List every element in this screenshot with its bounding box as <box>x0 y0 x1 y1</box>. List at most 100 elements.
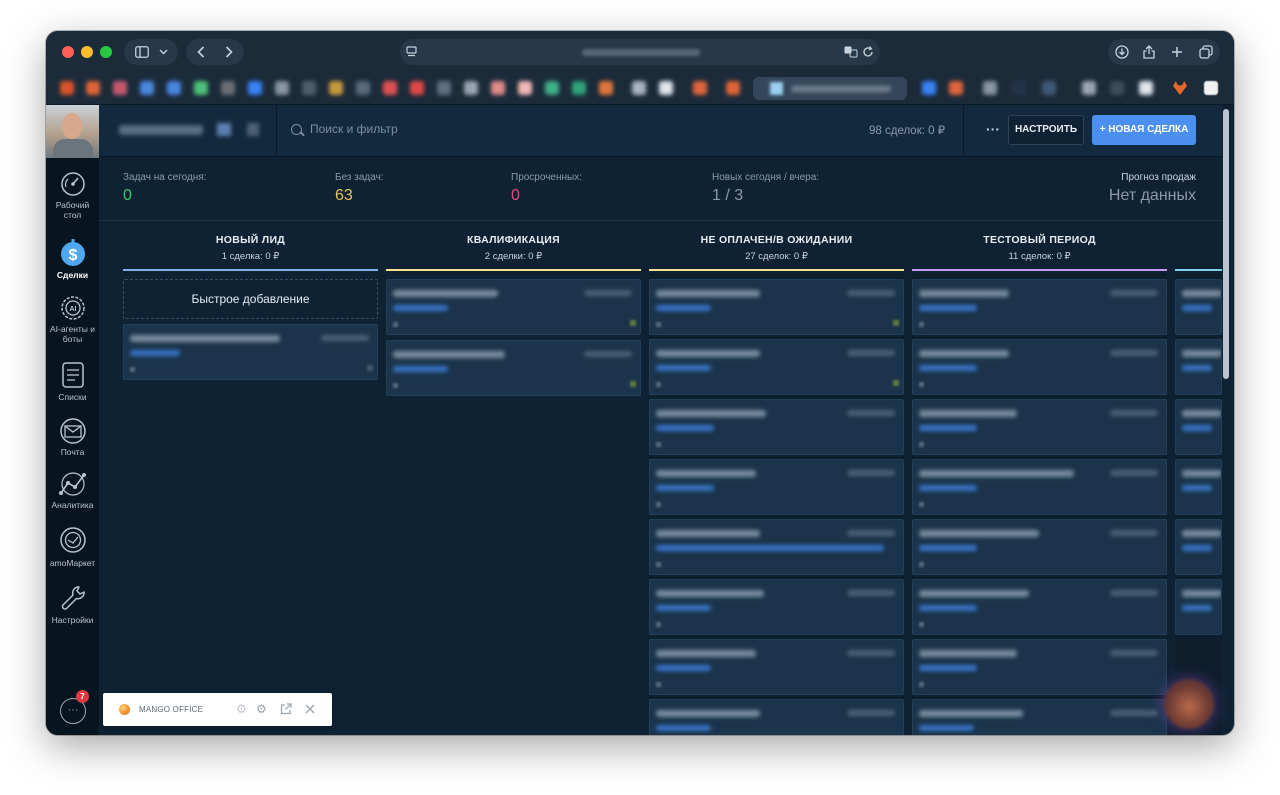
deal-card[interactable] <box>649 699 904 735</box>
pipeline-switch-icon[interactable] <box>217 123 231 136</box>
deal-card[interactable] <box>1175 459 1222 515</box>
deal-card[interactable] <box>649 519 904 575</box>
column-title[interactable]: КВАЛИФИКАЦИЯ <box>386 234 641 246</box>
column-title[interactable]: ТЕСТОВЫЙ ПЕРИОД <box>912 234 1167 246</box>
deal-card[interactable] <box>649 579 904 635</box>
deal-card[interactable] <box>649 639 904 695</box>
favorite-icon[interactable] <box>86 81 100 95</box>
favorite-icon[interactable] <box>194 81 208 95</box>
back-icon[interactable] <box>197 46 205 58</box>
favorite-icon[interactable] <box>60 81 74 95</box>
favorite-icon[interactable] <box>726 81 740 95</box>
favorite-icon[interactable] <box>1082 81 1096 95</box>
download-icon[interactable] <box>1115 45 1129 59</box>
deal-card[interactable] <box>1175 399 1222 455</box>
address-bar[interactable] <box>400 39 880 65</box>
reload-icon[interactable] <box>862 46 874 58</box>
favorite-icon[interactable] <box>572 81 586 95</box>
sidebar-item-dashboard[interactable]: Рабочий стол <box>46 171 99 220</box>
stat-no-tasks[interactable]: Без задач: 63 <box>335 172 384 205</box>
sidebar-item-mail[interactable]: Почта <box>46 418 99 457</box>
favorite-icon[interactable] <box>949 81 963 95</box>
sidebar-item-amomarket[interactable]: amoМаркет <box>46 525 99 568</box>
share-icon[interactable] <box>1143 45 1155 59</box>
favorite-icon[interactable] <box>356 81 370 95</box>
favorite-icon[interactable] <box>248 81 262 95</box>
favorite-icon[interactable] <box>632 81 646 95</box>
assistant-avatar-button[interactable] <box>1164 679 1214 729</box>
more-button[interactable]: ··· <box>979 117 1007 145</box>
deal-card[interactable] <box>912 639 1167 695</box>
minimize-window-button[interactable] <box>81 46 93 58</box>
new-deal-button[interactable]: + НОВАЯ СДЕЛКА <box>1092 115 1196 145</box>
deal-card[interactable] <box>912 459 1167 515</box>
deal-card[interactable] <box>649 279 904 335</box>
zoom-window-button[interactable] <box>100 46 112 58</box>
favorite-icon[interactable] <box>518 81 532 95</box>
stat-new[interactable]: Новых сегодня / вчера: 1 / 3 <box>712 172 819 205</box>
forward-icon[interactable] <box>225 46 233 58</box>
favorite-icon[interactable] <box>329 81 343 95</box>
favorite-icon[interactable] <box>1139 81 1153 95</box>
tabs-overview-icon[interactable] <box>1199 45 1213 59</box>
sidebar-item-deals[interactable]: $ Сделки <box>46 239 99 280</box>
favorite-icon[interactable] <box>113 81 127 95</box>
favorite-icon[interactable] <box>1110 81 1124 95</box>
deal-card[interactable] <box>1175 279 1222 335</box>
stat-overdue[interactable]: Просроченных: 0 <box>511 172 582 205</box>
favorite-icon[interactable] <box>437 81 451 95</box>
favorite-icon[interactable] <box>383 81 397 95</box>
favorite-icon[interactable] <box>221 81 235 95</box>
favorite-icon[interactable] <box>1042 81 1056 95</box>
pipeline-options-icon[interactable] <box>247 123 259 136</box>
favorite-icon[interactable] <box>167 81 181 95</box>
sidebar-toggle-button[interactable] <box>124 39 178 65</box>
favorite-icon[interactable] <box>491 81 505 95</box>
pipeline-name[interactable] <box>119 125 203 135</box>
quick-add-button[interactable]: Быстрое добавление <box>123 279 378 319</box>
column-title[interactable]: НОВЫЙ ЛИД <box>123 234 378 246</box>
mango-office-widget[interactable]: MANGO OFFICE ⚙ ⚙ <box>103 693 332 726</box>
deal-card[interactable] <box>123 324 378 380</box>
favorite-icon[interactable] <box>275 81 289 95</box>
search-filter[interactable]: Поиск и фильтр <box>291 122 398 136</box>
deal-card[interactable] <box>912 399 1167 455</box>
deal-card[interactable] <box>912 279 1167 335</box>
favorite-icon[interactable] <box>140 81 154 95</box>
close-window-button[interactable] <box>62 46 74 58</box>
deal-card[interactable] <box>912 579 1167 635</box>
user-avatar[interactable] <box>46 105 99 158</box>
favorite-tab-active[interactable] <box>753 77 907 100</box>
favorite-icon[interactable] <box>464 81 478 95</box>
deal-card[interactable] <box>912 699 1167 735</box>
sidebar-item-settings[interactable]: Настройки <box>46 584 99 625</box>
favorite-icon[interactable] <box>410 81 424 95</box>
favorite-icon[interactable] <box>659 81 673 95</box>
stat-forecast[interactable]: Прогноз продаж Нет данных <box>1109 172 1196 205</box>
new-tab-icon[interactable] <box>1171 46 1183 58</box>
gear-icon[interactable]: ⚙ <box>256 702 267 716</box>
column-title[interactable]: НЕ ОПЛАЧЕН/В ОЖИДАНИИ <box>649 234 904 246</box>
setup-button[interactable]: НАСТРОИТЬ <box>1008 115 1084 145</box>
stat-tasks-today[interactable]: Задач на сегодня: 0 <box>123 172 207 205</box>
favorite-icon[interactable] <box>545 81 559 95</box>
deal-card[interactable] <box>649 459 904 515</box>
favorite-icon[interactable] <box>1012 81 1026 95</box>
favorite-icon[interactable] <box>302 81 316 95</box>
sidebar-item-ai-agents[interactable]: AI AI-агенты и боты <box>46 295 99 344</box>
deal-card[interactable] <box>1175 339 1222 395</box>
page-menu-icon[interactable] <box>406 46 418 58</box>
deal-card[interactable] <box>386 340 641 396</box>
gitlab-icon[interactable] <box>1173 81 1187 95</box>
favorite-icon[interactable] <box>1204 81 1218 95</box>
deal-card[interactable] <box>912 519 1167 575</box>
external-link-icon[interactable] <box>280 703 292 715</box>
settings-dim-icon[interactable]: ⚙ <box>236 702 247 716</box>
deal-card[interactable] <box>649 339 904 395</box>
deal-card[interactable] <box>1175 519 1222 575</box>
sidebar-item-analytics[interactable]: Аналитика <box>46 471 99 510</box>
deal-card[interactable] <box>386 279 641 335</box>
favorite-icon[interactable] <box>983 81 997 95</box>
close-icon[interactable] <box>305 704 315 714</box>
deal-card[interactable] <box>1175 579 1222 635</box>
